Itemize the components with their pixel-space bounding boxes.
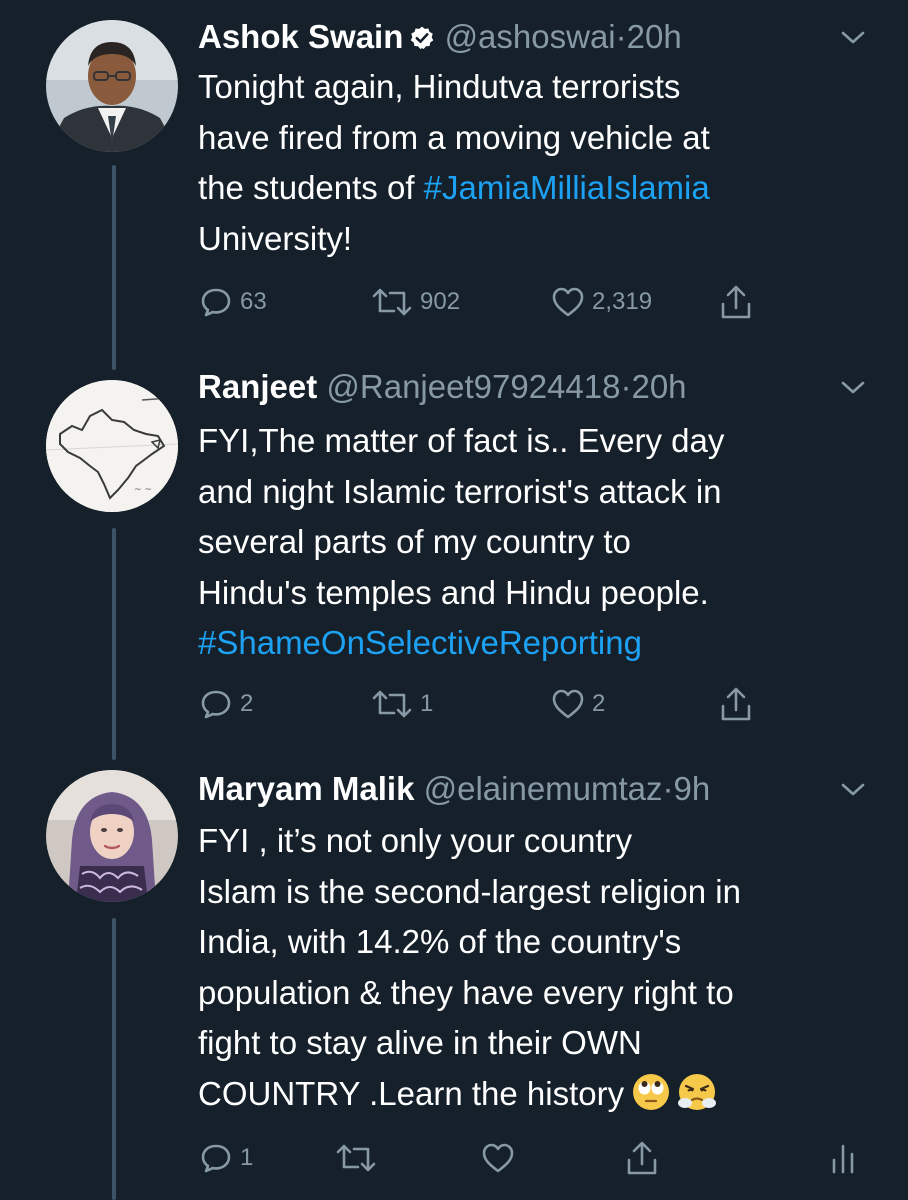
reply-icon bbox=[201, 1144, 231, 1173]
tweet-actions: 63 902 2,319 bbox=[198, 280, 898, 324]
hashtag-link[interactable]: #JamiaMilliaIslamia bbox=[424, 169, 710, 206]
timestamp[interactable]: 20h bbox=[627, 18, 682, 55]
svg-text:~ ~: ~ ~ bbox=[134, 485, 152, 495]
reply-button[interactable]: 63 bbox=[198, 280, 267, 324]
text-line: fight to stay alive in their OWN bbox=[198, 1024, 642, 1061]
reply-count: 2 bbox=[240, 690, 254, 717]
share-icon bbox=[721, 687, 751, 721]
avatar[interactable] bbox=[46, 770, 178, 902]
reply-icon bbox=[201, 288, 231, 317]
retweet-button[interactable]: 1 bbox=[370, 682, 433, 726]
separator: · bbox=[620, 368, 632, 405]
retweet-count: 902 bbox=[420, 288, 461, 315]
avatar[interactable] bbox=[46, 20, 178, 152]
tweet-actions: 2 1 2 bbox=[198, 682, 898, 726]
text-line: several parts of my country to bbox=[198, 523, 631, 560]
like-count: 2,319 bbox=[592, 288, 653, 315]
like-button[interactable]: 2,319 bbox=[550, 280, 652, 324]
text-line: have fired from a moving vehicle at bbox=[198, 118, 710, 156]
tweet-header: Maryam Malik @elainemumtaz·9h bbox=[198, 764, 848, 814]
verified-badge-icon bbox=[411, 26, 434, 50]
text-line: #ShameOnSelectiveReporting bbox=[198, 618, 878, 669]
tweet-header: Ranjeet @Ranjeet97924418·20h bbox=[198, 362, 848, 412]
tweet-text: FYI , it’s not only your country Islam i… bbox=[198, 816, 878, 1119]
heart-icon bbox=[482, 1143, 514, 1173]
text-line: COUNTRY .Learn the history bbox=[198, 1069, 878, 1120]
share-button[interactable] bbox=[718, 682, 754, 726]
tweet-text: FYI,The matter of fact is.. Every day an… bbox=[198, 416, 878, 669]
chevron-down-icon[interactable] bbox=[840, 782, 866, 798]
retweet-count: 1 bbox=[420, 690, 434, 717]
text-line: population & they have every right to bbox=[198, 973, 734, 1011]
display-name[interactable]: Ashok Swain bbox=[198, 18, 403, 55]
timestamp[interactable]: 20h bbox=[631, 368, 686, 405]
text-line: the students of #JamiaMilliaIslamia bbox=[198, 169, 710, 206]
retweet-icon bbox=[336, 1144, 376, 1172]
share-icon bbox=[721, 285, 751, 319]
retweet-button[interactable]: 902 bbox=[370, 280, 460, 324]
chevron-down-icon[interactable] bbox=[840, 30, 866, 46]
face-with-steam-from-nose-emoji bbox=[678, 1073, 717, 1111]
tweet[interactable]: Maryam Malik @elainemumtaz·9h FYI , it’s… bbox=[0, 756, 908, 1200]
reply-count: 63 bbox=[240, 288, 267, 315]
hashtag-link[interactable]: #ShameOnSelectiveReporting bbox=[198, 624, 642, 661]
retweet-icon bbox=[372, 690, 412, 718]
handle[interactable]: @Ranjeet97924418 bbox=[326, 368, 620, 405]
like-button[interactable]: 2 bbox=[550, 682, 605, 726]
avatar[interactable]: ~ ~ bbox=[46, 380, 178, 512]
share-button[interactable] bbox=[718, 280, 754, 324]
text-line: India, with 14.2% of the country's bbox=[198, 923, 682, 960]
tweet-header: Ashok Swain @ashoswai·20h bbox=[198, 12, 848, 62]
reply-button[interactable]: 2 bbox=[198, 682, 253, 726]
tweet[interactable]: Ashok Swain @ashoswai·20h Tonight again,… bbox=[0, 0, 908, 360]
heart-icon bbox=[552, 287, 584, 317]
reply-button[interactable]: 1 bbox=[198, 1136, 253, 1180]
handle[interactable]: @elainemumtaz bbox=[424, 770, 663, 807]
tweet-text: Tonight again, Hindutva terrorists have … bbox=[198, 62, 878, 264]
separator: · bbox=[662, 770, 674, 807]
display-name[interactable]: Ranjeet bbox=[198, 368, 317, 405]
text-line: Islam is the second-largest religion in bbox=[198, 872, 741, 910]
share-icon bbox=[627, 1141, 657, 1175]
text-line: Hindu's temples and Hindu people. bbox=[198, 573, 709, 611]
reply-count: 1 bbox=[240, 1144, 254, 1171]
tweet-actions: 1 bbox=[198, 1136, 898, 1180]
share-button[interactable] bbox=[624, 1136, 660, 1180]
retweet-button[interactable] bbox=[334, 1136, 378, 1180]
chevron-down-icon[interactable] bbox=[840, 380, 866, 396]
separator: · bbox=[615, 18, 627, 55]
like-count: 2 bbox=[592, 690, 606, 717]
reply-icon bbox=[201, 690, 231, 719]
text-line: Tonight again, Hindutva terrorists bbox=[198, 68, 681, 105]
text-line: University! bbox=[198, 219, 353, 257]
tweet[interactable]: ~ ~ Ranjeet @Ranjeet97924418·20h FYI,The… bbox=[0, 360, 908, 760]
heart-icon bbox=[552, 689, 584, 719]
handle[interactable]: @ashoswai bbox=[445, 18, 616, 55]
face-with-rolling-eyes-emoji bbox=[632, 1073, 670, 1111]
display-name[interactable]: Maryam Malik bbox=[198, 770, 414, 807]
timestamp[interactable]: 9h bbox=[674, 770, 711, 807]
analytics-button[interactable] bbox=[828, 1136, 858, 1180]
retweet-icon bbox=[372, 288, 412, 316]
text-line: FYI,The matter of fact is.. Every day bbox=[198, 422, 725, 459]
text-line: FYI , it’s not only your country bbox=[198, 822, 633, 859]
like-button[interactable] bbox=[480, 1136, 516, 1180]
analytics-icon bbox=[832, 1144, 854, 1174]
text-line: and night Islamic terrorist's attack in bbox=[198, 472, 722, 510]
